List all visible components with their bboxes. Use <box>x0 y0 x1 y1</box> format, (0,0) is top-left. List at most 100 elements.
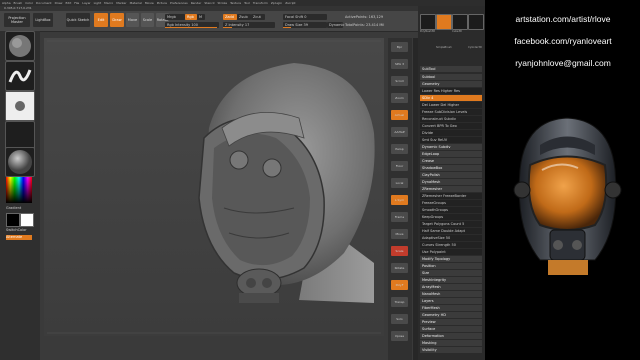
zadd-toggle[interactable]: Zadd <box>223 14 237 20</box>
panel-row[interactable]: Convert BPR To Geo <box>420 123 482 129</box>
panel-row[interactable]: SDiv 4 <box>420 95 482 101</box>
mrgb-toggle[interactable]: Mrgb <box>165 14 185 20</box>
shelf-button[interactable]: Xpose <box>391 331 408 341</box>
draw-size-slider[interactable]: Draw Size 39 <box>283 22 327 28</box>
panel-row[interactable]: Smt Suv ReUV <box>420 137 482 143</box>
draw-size-fill <box>283 27 291 28</box>
panel-row[interactable]: Divide <box>420 130 482 136</box>
shelf-button[interactable]: Transp <box>391 297 408 307</box>
shelf-button[interactable]: SPix 3 <box>391 59 408 69</box>
main-color-swatch[interactable] <box>6 213 20 227</box>
shelf-button[interactable]: Zoom <box>391 93 408 103</box>
artstation-link[interactable]: artstation.com/artist/rlove <box>493 14 633 24</box>
panel-row[interactable]: ZRemesher <box>420 186 482 192</box>
m-toggle[interactable]: M <box>197 14 205 20</box>
scale-button[interactable]: Scale <box>141 13 154 27</box>
panel-row[interactable]: Curves Strength 50 <box>420 242 482 248</box>
lightbox-button[interactable]: LightBox <box>33 13 53 27</box>
material-icon[interactable] <box>5 147 35 177</box>
cube-thumb[interactable] <box>452 14 468 30</box>
panel-row[interactable]: Geometry HD <box>420 312 482 318</box>
panel-row[interactable]: Freeze SubDivision Levels <box>420 109 482 115</box>
zcut-toggle[interactable]: Zcut <box>251 14 265 20</box>
tool-name: PolyMesh3D <box>420 30 436 33</box>
simplebrush-thumb[interactable] <box>436 14 452 30</box>
switch-color-label[interactable]: SwitchColor <box>6 228 27 232</box>
stroke-icon[interactable] <box>5 61 35 91</box>
panel-row[interactable]: AdaptiveSize 50 <box>420 235 482 241</box>
move-button[interactable]: Move <box>126 13 139 27</box>
panel-row[interactable]: Half Same Double Adapt <box>420 228 482 234</box>
panel-row[interactable]: Modify Topology <box>420 256 482 262</box>
panel-row[interactable]: Subtool <box>420 74 482 80</box>
panel-row[interactable]: Del Lower Del Higher <box>420 102 482 108</box>
alternate-button[interactable]: Alternate <box>6 235 32 240</box>
shelf-button[interactable]: PolyF <box>391 280 408 290</box>
shelf-button[interactable]: Actual <box>391 110 408 120</box>
quick-sketch-button[interactable]: Quick Sketch <box>66 13 90 27</box>
panel-row[interactable]: Position <box>420 263 482 269</box>
shelf-button[interactable]: AAHalf <box>391 127 408 137</box>
panel-row[interactable]: KeepGroups <box>420 214 482 220</box>
cylinder-thumb[interactable] <box>468 14 484 30</box>
shelf-button[interactable]: Floor <box>391 161 408 171</box>
edit-button[interactable]: Edit <box>94 13 108 27</box>
panel-row[interactable]: ArrayMesh <box>420 284 482 290</box>
total-points-readout: TotalPoints: 23.414 Mil <box>345 23 385 27</box>
panel-row[interactable]: EdgeLoop <box>420 151 482 157</box>
panel-row[interactable]: ShadowBox <box>420 165 482 171</box>
subtool-title[interactable]: SubTool <box>420 66 482 72</box>
panel-row[interactable]: Crease <box>420 158 482 164</box>
shelf-button[interactable]: Scroll <box>391 76 408 86</box>
panel-row[interactable]: Visibility <box>420 347 482 353</box>
panel-row[interactable]: Geometry <box>420 81 482 87</box>
panel-row[interactable]: Use Polypaint <box>420 249 482 255</box>
rgb-toggle[interactable]: Rgb <box>185 14 197 20</box>
panel-row[interactable]: Surface <box>420 326 482 332</box>
facebook-link[interactable]: facebook.com/ryanloveart <box>493 36 633 46</box>
panel-row[interactable]: Target Polygons Count 5 <box>420 221 482 227</box>
shelf-button[interactable]: Local <box>391 178 408 188</box>
panel-row[interactable]: ClayPolish <box>420 172 482 178</box>
alpha-icon[interactable] <box>5 91 35 121</box>
shelf-button[interactable]: Persp <box>391 144 408 154</box>
panel-row[interactable]: MeshIntegrity <box>420 277 482 283</box>
tool-name: SimpleBrush <box>436 46 452 49</box>
viewport-canvas[interactable] <box>44 38 384 336</box>
secondary-color-swatch[interactable] <box>20 213 34 227</box>
panel-row[interactable]: SmoothGroups <box>420 207 482 213</box>
panel-row[interactable]: NanoMesh <box>420 291 482 297</box>
panel-row[interactable]: FiberMesh <box>420 305 482 311</box>
panel-row[interactable]: FreezeGroups <box>420 200 482 206</box>
shelf-button[interactable]: Frame <box>391 212 408 222</box>
shelf-button[interactable]: Rotate <box>391 263 408 273</box>
brush-icon[interactable] <box>5 31 35 61</box>
focal-shift-slider[interactable]: Focal Shift 0 <box>283 14 327 20</box>
panel-row[interactable]: Size <box>420 270 482 276</box>
panel-row[interactable]: Preview <box>420 319 482 325</box>
panel-row[interactable]: Reconstruct Subdiv <box>420 116 482 122</box>
panel-row[interactable]: Layers <box>420 298 482 304</box>
panel-row[interactable]: ZRemesher FreezeBorder <box>420 193 482 199</box>
panel-row[interactable]: Masking <box>420 340 482 346</box>
projection-master-button[interactable]: Projection Master <box>4 13 30 27</box>
shelf-button[interactable]: Solo <box>391 314 408 324</box>
shelf-button[interactable]: Move <box>391 229 408 239</box>
helmet-render-image <box>513 117 622 275</box>
shelf-button[interactable]: Bpr <box>391 42 408 52</box>
zsub-toggle[interactable]: Zsub <box>237 14 251 20</box>
draw-button[interactable]: Draw <box>110 13 124 27</box>
panel-row[interactable]: Dynamic Subdiv <box>420 144 482 150</box>
shelf-button[interactable]: L.Sym <box>391 195 408 205</box>
top-toolbar: Projection Master LightBox Quick Sketch … <box>0 11 420 32</box>
polymesh-thumb[interactable] <box>420 14 436 30</box>
email-link[interactable]: ryanjohnlove@gmail.com <box>493 58 633 68</box>
panel-row[interactable]: Lower Res Higher Res <box>420 88 482 94</box>
shelf-button[interactable]: Scale <box>391 246 408 256</box>
dynamic-toggle[interactable]: Dynamic <box>327 22 344 28</box>
panel-row[interactable]: DynaMesh <box>420 179 482 185</box>
z-intensity-slider[interactable]: Z Intensity 17 <box>223 22 275 28</box>
color-picker[interactable] <box>6 177 32 203</box>
rgb-intensity-slider[interactable]: Rgb Intensity 100 <box>165 22 219 28</box>
panel-row[interactable]: Deformation <box>420 333 482 339</box>
